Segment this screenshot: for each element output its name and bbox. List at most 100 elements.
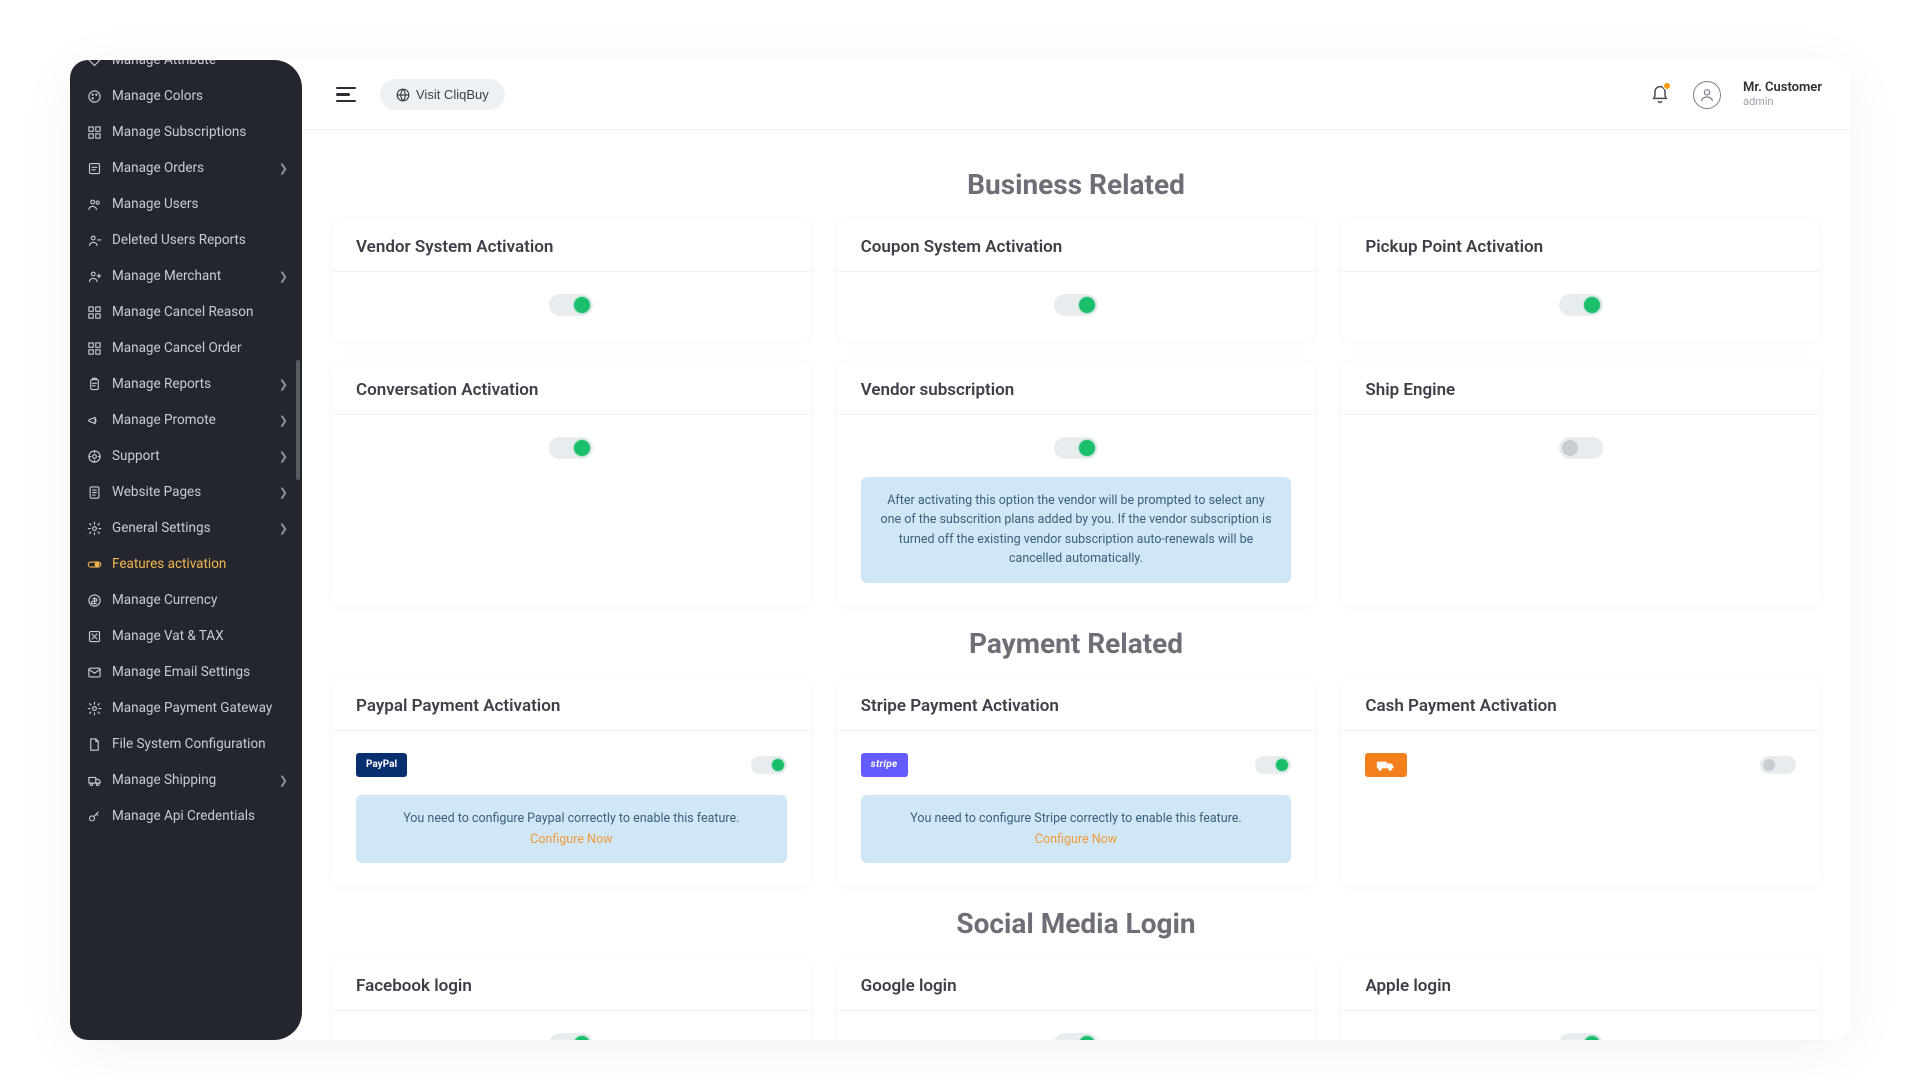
scrollbar-thumb[interactable]: [296, 360, 300, 480]
social-grid: Facebook login Google login Apple login: [332, 958, 1820, 1040]
card-conversation: Conversation Activation: [332, 362, 811, 605]
card-apple-login: Apple login: [1341, 958, 1820, 1040]
chevron-right-icon: ❯: [279, 270, 288, 283]
sidebar-item-manage-users[interactable]: Manage Users: [70, 186, 302, 222]
card-vendor-subscription: Vendor subscription After activating thi…: [837, 362, 1316, 605]
gear-icon: [86, 700, 102, 716]
card-title: Pickup Point Activation: [1341, 219, 1820, 272]
toggle-cash[interactable]: [1760, 756, 1796, 774]
chevron-right-icon: ❯: [279, 414, 288, 427]
support-icon: [86, 448, 102, 464]
sidebar-item-general-settings[interactable]: General Settings❯: [70, 510, 302, 546]
grid-icon: [86, 304, 102, 320]
card-title: Coupon System Activation: [837, 219, 1316, 272]
key-icon: [86, 808, 102, 824]
card-coupon-system: Coupon System Activation: [837, 219, 1316, 340]
user-avatar-button[interactable]: [1693, 81, 1721, 109]
sidebar-item-manage-cancel-order[interactable]: Manage Cancel Order: [70, 330, 302, 366]
notification-dot-icon: [1663, 82, 1671, 90]
payment-grid: Paypal Payment Activation PayPal You nee…: [332, 678, 1820, 886]
sidebar-item-manage-attribute[interactable]: Manage Attribute: [70, 60, 302, 78]
users-icon: [86, 196, 102, 212]
sidebar-item-manage-cancel-reason[interactable]: Manage Cancel Reason: [70, 294, 302, 330]
toggle-google-login[interactable]: [1054, 1033, 1098, 1040]
sidebar-item-manage-payment-gateway[interactable]: Manage Payment Gateway: [70, 690, 302, 726]
paypal-configure-link[interactable]: Configure Now: [374, 830, 769, 849]
card-title: Vendor subscription: [837, 362, 1316, 415]
card-cash: Cash Payment Activation: [1341, 678, 1820, 886]
toggle-facebook-login[interactable]: [549, 1033, 593, 1040]
sidebar-item-manage-shipping[interactable]: Manage Shipping ❯: [70, 762, 302, 798]
sidebar-item-label: Manage Vat & TAX: [112, 628, 224, 644]
stripe-info-text: You need to configure Stripe correctly t…: [910, 811, 1241, 826]
app-frame: Manage AttributeManage Colors Manage Subs…: [0, 0, 1920, 1080]
card-pickup-point: Pickup Point Activation: [1341, 219, 1820, 340]
sidebar-item-support[interactable]: Support❯: [70, 438, 302, 474]
user-info[interactable]: Mr. Customer admin: [1743, 81, 1822, 108]
toggle-pickup-point[interactable]: [1559, 294, 1603, 316]
file-icon: [86, 736, 102, 752]
notifications-button[interactable]: [1649, 84, 1671, 106]
user-role-label: admin: [1743, 96, 1774, 108]
sidebar-item-label: Manage Cancel Reason: [112, 304, 253, 320]
sidebar-item-label: Manage Reports: [112, 376, 211, 392]
sidebar-item-file-system-configuration[interactable]: File System Configuration: [70, 726, 302, 762]
card-google-login: Google login: [837, 958, 1316, 1040]
toggle-coupon-system[interactable]: [1054, 294, 1098, 316]
toggle-conversation[interactable]: [549, 437, 593, 459]
stripe-configure-link[interactable]: Configure Now: [879, 830, 1274, 849]
toggle-stripe[interactable]: [1255, 756, 1291, 774]
sidebar-item-manage-subscriptions[interactable]: Manage Subscriptions: [70, 114, 302, 150]
toggle-vendor-subscription[interactable]: [1054, 437, 1098, 459]
visit-site-button[interactable]: Visit CliqBuy: [380, 79, 505, 110]
sidebar-item-label: Support: [112, 448, 160, 464]
sidebar-item-manage-vat-tax[interactable]: Manage Vat & TAX: [70, 618, 302, 654]
content-scroll[interactable]: Business Related Vendor System Activatio…: [302, 130, 1850, 1040]
card-paypal: Paypal Payment Activation PayPal You nee…: [332, 678, 811, 886]
sidebar-item-manage-currency[interactable]: Manage Currency: [70, 582, 302, 618]
toggle-ship-engine[interactable]: [1559, 437, 1603, 459]
menu-toggle-button[interactable]: [330, 81, 362, 109]
sidebar-item-manage-api-credentials[interactable]: Manage Api Credentials: [70, 798, 302, 834]
currency-icon: [86, 592, 102, 608]
chevron-right-icon: ❯: [279, 378, 288, 391]
card-title: Vendor System Activation: [332, 219, 811, 272]
sidebar-item-features-activation[interactable]: Features activation: [70, 546, 302, 582]
topbar: Visit CliqBuy Mr. Customer admin: [302, 60, 1850, 130]
sidebar-item-label: Manage Merchant: [112, 268, 221, 284]
chevron-right-icon: ❯: [279, 774, 288, 787]
sidebar-item-manage-reports[interactable]: Manage Reports ❯: [70, 366, 302, 402]
sidebar: Manage AttributeManage Colors Manage Subs…: [70, 60, 302, 1040]
user-minus-icon: [86, 232, 102, 248]
sidebar-item-website-pages[interactable]: Website Pages❯: [70, 474, 302, 510]
ship-icon: [86, 772, 102, 788]
sidebar-item-deleted-users-reports[interactable]: Deleted Users Reports: [70, 222, 302, 258]
sidebar-item-manage-promote[interactable]: Manage Promote❯: [70, 402, 302, 438]
section-title-business: Business Related: [332, 168, 1820, 201]
user-name-label: Mr. Customer: [1743, 81, 1822, 96]
sidebar-item-label: Manage Shipping: [112, 772, 216, 788]
stripe-logo-icon: stripe: [861, 753, 908, 777]
main-area: Visit CliqBuy Mr. Customer admin: [302, 60, 1850, 1040]
card-facebook-login: Facebook login: [332, 958, 811, 1040]
pages-icon: [86, 484, 102, 500]
sidebar-item-label: Manage Orders: [112, 160, 204, 176]
sidebar-item-manage-merchant[interactable]: Manage Merchant ❯: [70, 258, 302, 294]
app-inner: Manage AttributeManage Colors Manage Subs…: [70, 60, 1850, 1040]
toggle-apple-login[interactable]: [1559, 1033, 1603, 1040]
sidebar-item-label: Manage Subscriptions: [112, 124, 246, 140]
mail-icon: [86, 664, 102, 680]
user-plus-icon: [86, 268, 102, 284]
sidebar-item-manage-colors[interactable]: Manage Colors: [70, 78, 302, 114]
sidebar-item-manage-email-settings[interactable]: Manage Email Settings: [70, 654, 302, 690]
sidebar-item-label: Manage Users: [112, 196, 198, 212]
toggle-paypal[interactable]: [751, 756, 787, 774]
toggle-vendor-system[interactable]: [549, 294, 593, 316]
card-title: Apple login: [1341, 958, 1820, 1011]
sidebar-item-manage-orders[interactable]: Manage Orders❯: [70, 150, 302, 186]
section-title-payment: Payment Related: [332, 627, 1820, 660]
grid-icon: [86, 124, 102, 140]
gear-icon: [86, 520, 102, 536]
sidebar-item-label: Manage Api Credentials: [112, 808, 255, 824]
card-title: Cash Payment Activation: [1341, 678, 1820, 731]
